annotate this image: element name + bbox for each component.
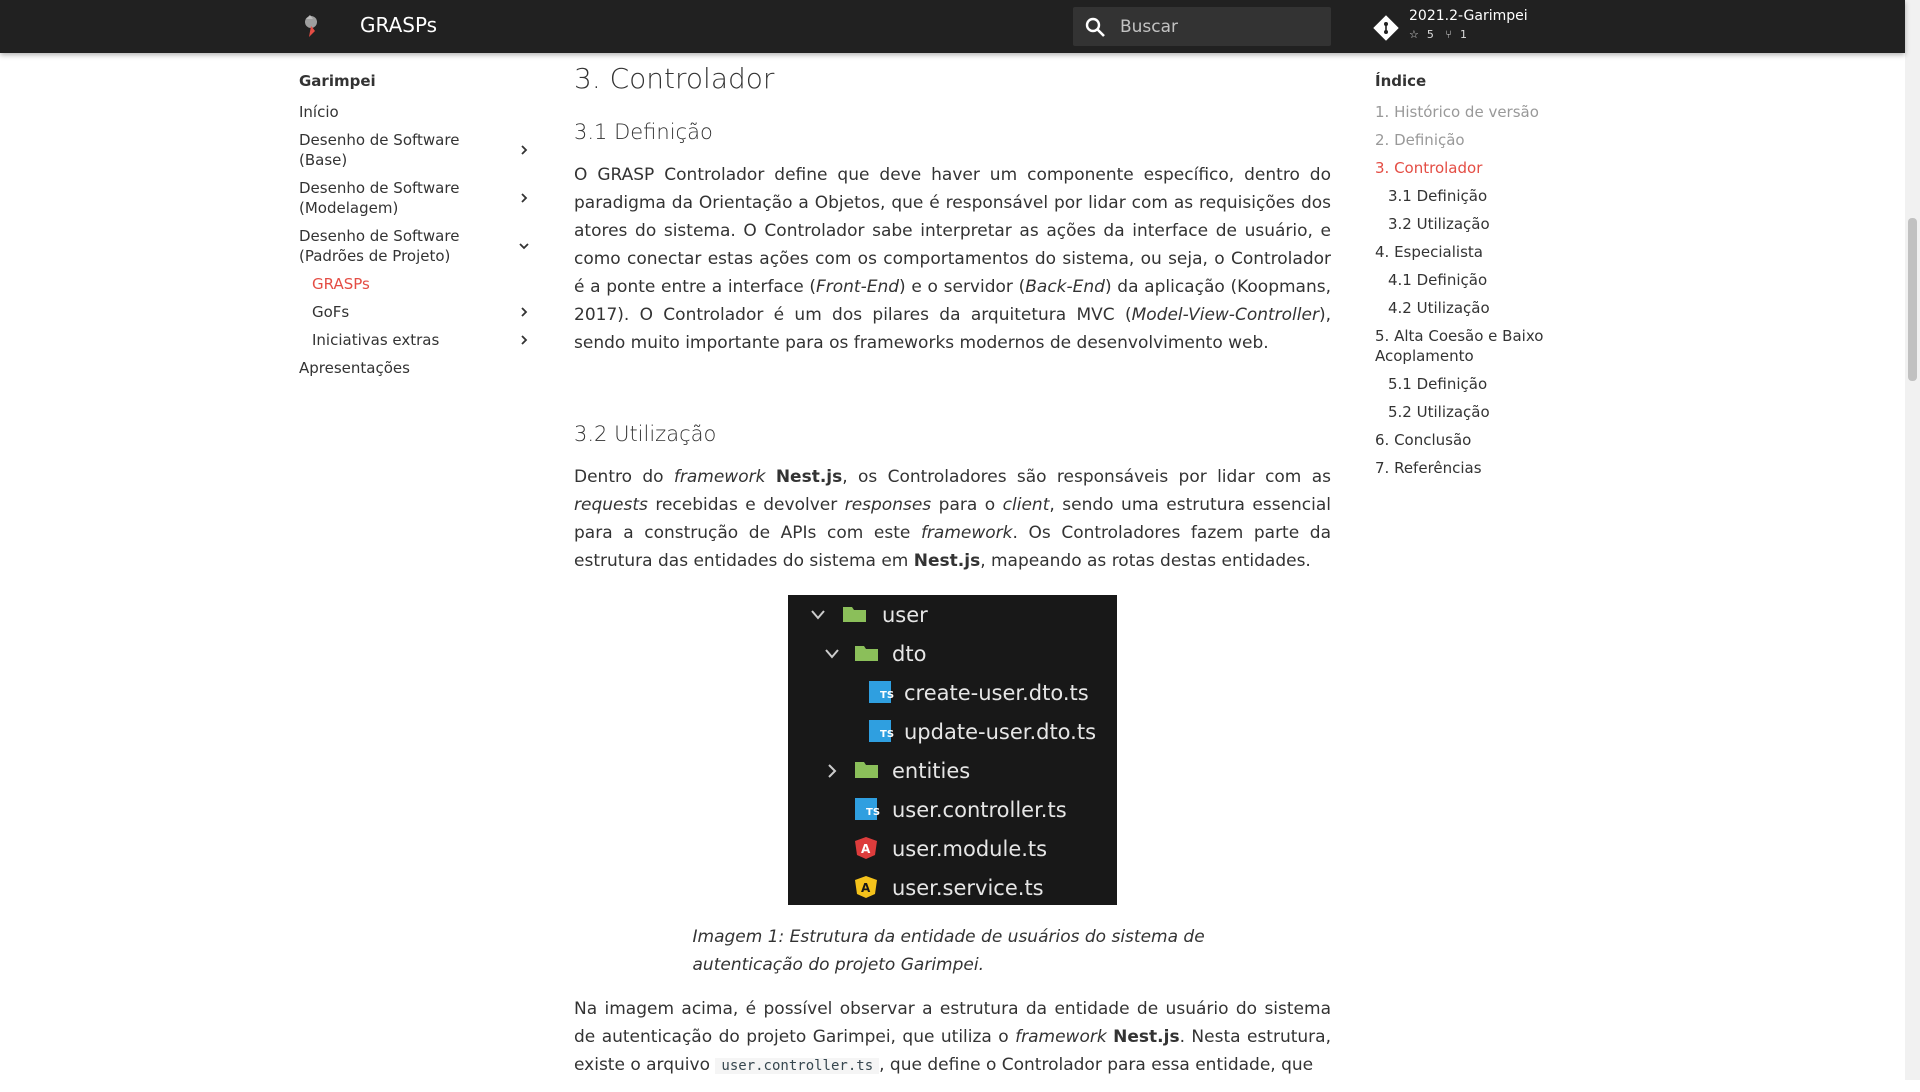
- toc-item[interactable]: 4. Especialista: [1375, 238, 1575, 266]
- chevron-down-icon[interactable]: [517, 239, 531, 253]
- chevron-down-icon: [825, 649, 839, 659]
- svg-text:TS: TS: [880, 729, 894, 740]
- nav-title: Garimpei: [299, 72, 376, 90]
- svg-text:TS: TS: [880, 690, 894, 701]
- section-heading-definicao: 3.1 Definição: [574, 120, 713, 144]
- repo-facts: ☆ 5 ⑂ 1: [1409, 28, 1475, 41]
- paragraph-definicao: O GRASP Controlador define que deve have…: [574, 165, 1332, 353]
- nav-item-iniciativas[interactable]: Iniciativas extras: [299, 326, 535, 354]
- tree-label: dto: [892, 642, 927, 666]
- typescript-icon: TS: [869, 681, 894, 703]
- toc-item[interactable]: 4.1 Definição: [1375, 266, 1575, 294]
- toc-item[interactable]: 1. Histórico de versão: [1375, 98, 1575, 126]
- tree-label: user: [882, 603, 928, 627]
- section-heading-utilizacao: 3.2 Utilização: [574, 422, 717, 446]
- nav-item-padroes[interactable]: Desenho de Software (Padrões de Projeto): [299, 222, 535, 270]
- top-header: GRASPs 2021.2-Garimpei ☆ 5 ⑂ 1: [0, 0, 1905, 53]
- angular-service-icon: A: [855, 876, 877, 898]
- search-input[interactable]: [1120, 7, 1320, 46]
- nav-item-gofs[interactable]: GoFs: [299, 298, 535, 326]
- chevron-right-icon[interactable]: [517, 191, 531, 205]
- chevron-right-icon[interactable]: [517, 143, 531, 157]
- sidebar-nav: Garimpei Início Desenho de Software (Bas…: [299, 72, 535, 382]
- nav-item-label: Desenho de Software (Base): [299, 131, 460, 169]
- site-logo[interactable]: [298, 11, 328, 41]
- toc-item[interactable]: 3.2 Utilização: [1375, 210, 1575, 238]
- svg-text:A: A: [861, 842, 871, 856]
- toc-item[interactable]: 4.2 Utilização: [1375, 294, 1575, 322]
- table-of-contents: Índice 1. Histórico de versão 2. Definiç…: [1375, 72, 1575, 482]
- svg-text:A: A: [861, 881, 871, 895]
- tree-label: user.service.ts: [892, 876, 1044, 900]
- repo-forks: 1: [1459, 28, 1467, 41]
- nav-item-label: Apresentações: [299, 359, 410, 377]
- folder-icon: [855, 762, 878, 778]
- chevron-right-icon[interactable]: [517, 333, 531, 347]
- tree-label: entities: [892, 759, 971, 783]
- page-scrollbar[interactable]: [1905, 0, 1920, 1080]
- nav-item-inicio[interactable]: Início: [299, 98, 535, 126]
- figure-caption: Imagem 1: Estrutura da entidade de usuár…: [692, 927, 1205, 975]
- chevron-right-icon: [828, 764, 837, 778]
- repo-name: 2021.2-Garimpei: [1409, 8, 1528, 24]
- git-icon: [1373, 15, 1399, 41]
- toc-item[interactable]: 3.1 Definição: [1375, 182, 1575, 210]
- typescript-icon: TS: [855, 798, 880, 820]
- fork-icon: ⑂: [1445, 28, 1452, 41]
- toc-item[interactable]: 7. Referências: [1375, 454, 1575, 482]
- toc-title: Índice: [1375, 72, 1427, 90]
- nav-item-label: Iniciativas extras: [312, 331, 440, 349]
- tree-label: create-user.dto.ts: [904, 681, 1089, 705]
- chevron-right-icon[interactable]: [517, 305, 531, 319]
- nav-item-base[interactable]: Desenho de Software (Base): [299, 126, 535, 174]
- nav-item-apresentacoes[interactable]: Apresentações: [299, 354, 535, 382]
- tree-label: user.controller.ts: [892, 798, 1067, 822]
- main-content: 3. Controlador 3.1 Definição O GRASP Con…: [574, 55, 1331, 1092]
- repo-link[interactable]: 2021.2-Garimpei ☆ 5 ⑂ 1: [1373, 8, 1553, 46]
- nav-item-label: Desenho de Software (Modelagem): [299, 179, 460, 217]
- tree-label: user.module.ts: [892, 837, 1048, 861]
- toc-item[interactable]: 2. Definição: [1375, 126, 1575, 154]
- nav-item-label: Desenho de Software (Padrões de Projeto): [299, 227, 460, 265]
- nav-item-label: GoFs: [312, 303, 350, 321]
- toc-item[interactable]: 6. Conclusão: [1375, 426, 1575, 454]
- paragraph-utilizacao: Dentro do framework Nest.js, os Controla…: [574, 467, 1332, 571]
- folder-open-icon: [855, 646, 878, 661]
- nav-item-label: GRASPs: [312, 275, 370, 293]
- code-controller-file: user.controller.ts: [715, 1058, 880, 1074]
- file-tree-image: user dto TS create-user.dto.ts TS update…: [788, 595, 1117, 905]
- search-box[interactable]: [1073, 7, 1331, 46]
- site-title[interactable]: GRASPs: [360, 13, 437, 37]
- toc-item[interactable]: 5.1 Definição: [1375, 370, 1575, 398]
- nav-item-modelagem[interactable]: Desenho de Software (Modelagem): [299, 174, 535, 222]
- toc-item-active[interactable]: 3. Controlador: [1375, 154, 1575, 182]
- angular-icon: A: [855, 837, 877, 859]
- scrollbar-thumb[interactable]: [1908, 218, 1917, 381]
- folder-open-icon: [843, 607, 866, 622]
- repo-stars: 5: [1426, 28, 1434, 41]
- toc-item[interactable]: 5. Alta Coesão e Baixo Acoplamento: [1375, 322, 1575, 370]
- paragraph-imagem: Na imagem acima, é possível observar a e…: [574, 999, 1331, 1075]
- page-title: 3. Controlador: [574, 62, 775, 95]
- svg-text:TS: TS: [866, 807, 880, 818]
- chevron-down-icon: [811, 610, 825, 620]
- toc-item[interactable]: 5.2 Utilização: [1375, 398, 1575, 426]
- nav-item-grasps[interactable]: GRASPs: [299, 270, 535, 298]
- tree-label: update-user.dto.ts: [904, 720, 1097, 744]
- star-icon: ☆: [1409, 28, 1419, 41]
- typescript-icon: TS: [869, 720, 894, 742]
- nav-item-label: Início: [299, 103, 339, 121]
- search-icon[interactable]: [1083, 15, 1107, 39]
